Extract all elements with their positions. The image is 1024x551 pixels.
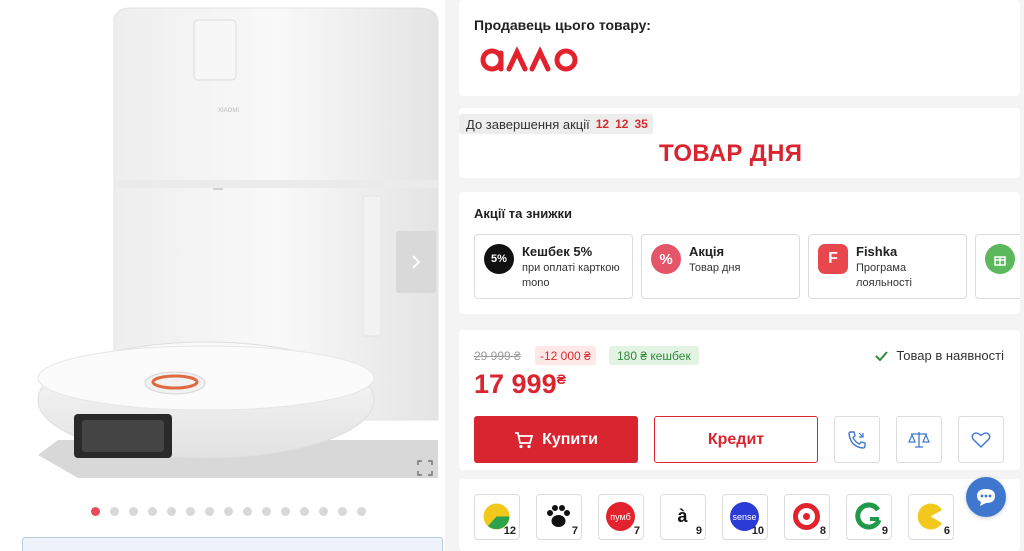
deal-of-day-banner: ТОВАР ДНЯ [659, 140, 803, 167]
availability-status: Товар в наявності [875, 348, 1004, 363]
seller-title: Продавець цього товару: [474, 17, 651, 33]
scales-icon [908, 431, 930, 448]
partner-count: 9 [881, 525, 888, 537]
partner-pumb-icon: пумб [606, 502, 635, 531]
partner-tile[interactable]: 12 [474, 494, 520, 540]
partner-tile[interactable]: à 9 [660, 494, 706, 540]
partner-count: 10 [751, 525, 764, 537]
svg-text:XIAOMI: XIAOMI [218, 108, 239, 114]
deal-fishka[interactable]: F Fishka Програма лояльності [808, 234, 967, 299]
compare-button[interactable] [896, 416, 942, 463]
wishlist-button[interactable] [958, 416, 1004, 463]
partner-count: 7 [571, 525, 578, 537]
partner-count: 12 [503, 525, 516, 537]
deals-card: Акції та знижки 5% Кешбек 5% при оплаті … [459, 192, 1020, 314]
price-value: 17 999 [474, 369, 557, 399]
deal-subtitle: при оплаті карткою mono [522, 262, 620, 289]
current-price: 17 999₴ [474, 369, 566, 400]
phone-icon [848, 430, 866, 449]
cashback-badge: 180 ₴ кешбек [609, 346, 699, 365]
deals-title: Акції та знижки [474, 206, 572, 221]
percent-icon: % [651, 244, 681, 274]
price-card: 29 999 ₴ -12 000 ₴ 180 ₴ кешбек Товар в … [459, 330, 1020, 470]
gift-icon [985, 244, 1015, 274]
timer-minutes: 12 [615, 117, 629, 131]
gallery-dot[interactable] [319, 507, 328, 516]
gallery-dot[interactable] [262, 507, 271, 516]
promo-card: До завершення акції 12 12 35 ТОВАР ДНЯ [459, 108, 1020, 178]
check-icon [875, 350, 889, 361]
credit-button-label: Кредит [707, 430, 765, 448]
partner-a-icon: à [668, 502, 697, 531]
deal-more[interactable] [975, 234, 1020, 299]
chat-button[interactable] [966, 477, 1006, 517]
gallery-dot[interactable] [205, 507, 214, 516]
partner-count: 9 [695, 525, 702, 537]
gallery-dot[interactable] [110, 507, 119, 516]
deal-title: Кешбек 5% [522, 244, 593, 259]
gallery-dot[interactable] [281, 507, 290, 516]
partner-tile[interactable]: 6 [908, 494, 954, 540]
partner-pac-icon [916, 502, 945, 531]
promo-timer: До завершення акції 12 12 35 [459, 114, 653, 134]
buy-button[interactable]: Купити [474, 416, 638, 463]
deal-title: Fishka [856, 244, 898, 259]
mono-5-icon: 5% [484, 244, 514, 274]
chevron-right-icon [412, 255, 421, 269]
gallery-dot[interactable] [129, 507, 138, 516]
gallery-bottom-panel [22, 537, 443, 551]
timer-label: До завершення акції [466, 116, 590, 132]
partner-paw-icon [544, 502, 573, 531]
gallery-dot[interactable] [300, 507, 309, 516]
deal-subtitle: Програма лояльності [856, 262, 912, 289]
gallery-dot[interactable] [357, 507, 366, 516]
gallery-dot[interactable] [148, 507, 157, 516]
gallery-dot[interactable] [186, 507, 195, 516]
heart-icon [971, 431, 991, 448]
old-price: 29 999 ₴ [474, 349, 521, 363]
deal-promo[interactable]: % Акція Товар дня [641, 234, 800, 299]
deal-subtitle: Товар дня [689, 262, 741, 274]
callback-button[interactable] [834, 416, 880, 463]
product-image: XIAOMI [37, 7, 439, 478]
gallery-dot[interactable] [91, 507, 100, 516]
credit-button[interactable]: Кредит [654, 416, 818, 463]
partner-tile[interactable]: 8 [784, 494, 830, 540]
partner-count: 8 [819, 525, 826, 537]
partner-tile[interactable]: sense 10 [722, 494, 768, 540]
partner-count: 6 [943, 525, 950, 537]
partner-ring-icon [792, 502, 821, 531]
gallery-next-button[interactable] [396, 231, 436, 293]
partner-count: 7 [633, 525, 640, 537]
price-currency: ₴ [556, 371, 566, 387]
timer-seconds: 35 [634, 117, 648, 131]
deal-title: Акція [689, 244, 725, 259]
gallery-dot[interactable] [338, 507, 347, 516]
chat-icon [977, 489, 995, 506]
partner-tile[interactable]: 7 [536, 494, 582, 540]
partner-g-icon [854, 502, 883, 531]
partners-card: 12 7 пумб 7 à 9 sense 10 8 9 6 [459, 479, 1020, 551]
partner-tile[interactable]: пумб 7 [598, 494, 644, 540]
seller-card: Продавець цього товару: [459, 0, 1020, 96]
discount-badge: -12 000 ₴ [535, 346, 596, 365]
fullscreen-icon[interactable] [417, 460, 433, 476]
allo-logo[interactable] [479, 44, 581, 74]
timer-hours: 12 [595, 117, 610, 131]
gallery-dot[interactable] [243, 507, 252, 516]
product-gallery: XIAOMI [0, 0, 445, 551]
gallery-dot[interactable] [224, 507, 233, 516]
deal-cashback[interactable]: 5% Кешбек 5% при оплаті карткою mono [474, 234, 633, 299]
buy-button-label: Купити [542, 430, 598, 448]
cart-icon [515, 431, 534, 448]
availability-text: Товар в наявності [896, 348, 1004, 363]
gallery-dots [91, 507, 366, 516]
gallery-dot[interactable] [167, 507, 176, 516]
partner-tile[interactable]: 9 [846, 494, 892, 540]
fishka-icon: F [818, 244, 848, 274]
